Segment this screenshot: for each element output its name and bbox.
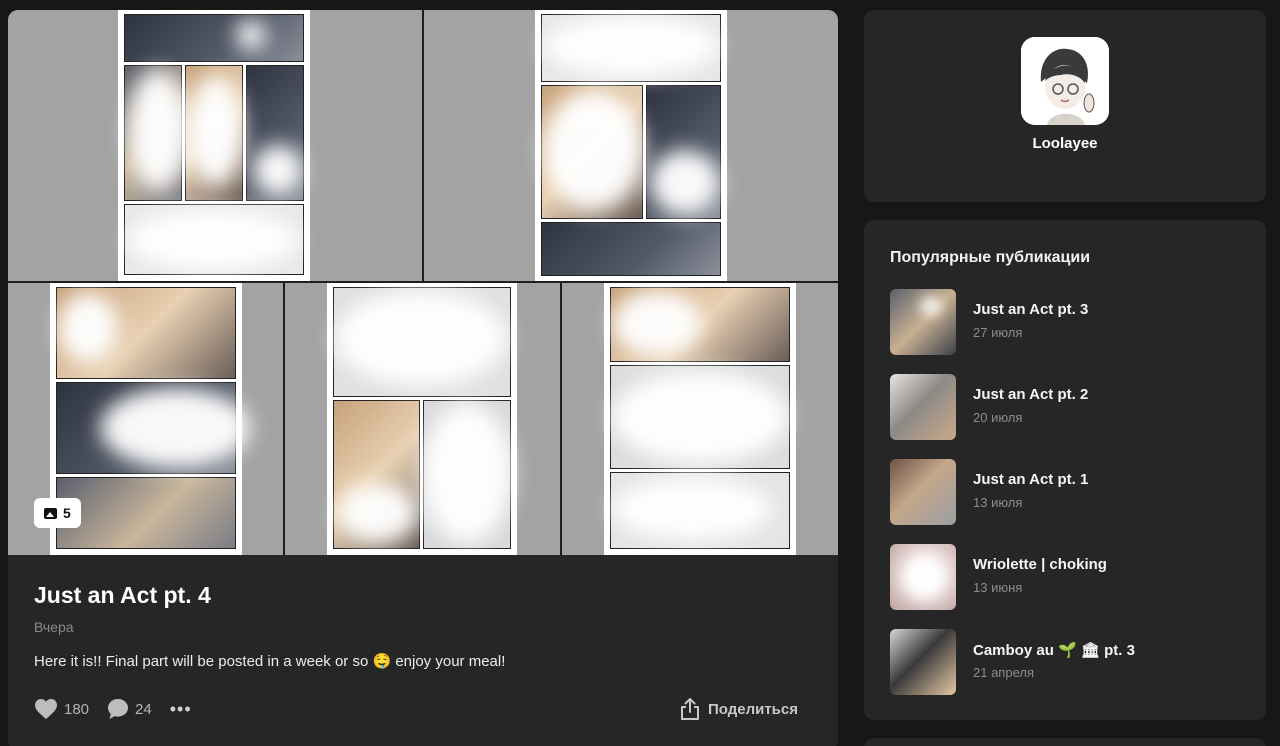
popular-item-3[interactable]: Just an Act pt. 1 13 июля [890,459,1250,525]
popular-thumbnail [890,459,956,525]
share-label: Поделиться [707,700,798,718]
censor-blur [100,388,250,468]
popular-thumbnail [890,544,956,610]
comic-panel [124,14,304,62]
image-icon [44,507,57,519]
comic-page [604,283,796,555]
like-count: 180 [64,700,90,718]
censor-blur [253,145,303,195]
popular-item-title: Just an Act pt. 1 [973,471,1089,488]
popular-item-title: Wriolette | choking [973,556,1107,573]
image-count: 5 [63,505,71,521]
popular-heading: Популярные публикации [890,249,1091,266]
popular-item-date: 13 июня [973,580,1023,595]
gallery-image-1[interactable] [8,10,422,281]
post-date: Вчера [34,619,74,635]
censor-blur [612,478,772,540]
post-card: 5 Just an Act pt. 4 Вчера Here it is!! F… [8,10,838,746]
censor-blur [612,291,702,356]
comic-page [535,10,727,281]
avatar[interactable] [1021,37,1109,125]
popular-item-5[interactable]: Camboy au 🌱 🏛 pt. 3 21 апреля [890,629,1250,695]
censor-blur [337,483,417,543]
comic-page [118,10,310,281]
censor-blur [188,75,243,185]
censor-blur [422,403,512,543]
popular-thumbnail [890,374,956,440]
comic-page [327,283,517,555]
popular-thumbnail [890,289,956,355]
comic-panel [56,477,236,549]
censor-blur [128,70,188,190]
censor-blur [543,16,719,76]
popular-item-date: 21 апреля [973,665,1034,680]
popular-item-date: 20 июля [973,410,1023,425]
popular-item-4[interactable]: Wriolette | choking 13 июня [890,544,1250,610]
share-button[interactable]: Поделиться [680,698,798,720]
heart-icon [35,699,57,719]
popular-item-1[interactable]: Just an Act pt. 3 27 июля [890,289,1250,355]
post-actions: 180 24 ••• [34,698,192,720]
censor-blur [904,558,944,598]
gallery-image-5[interactable] [562,283,838,555]
popular-posts-card: Популярные публикации Just an Act pt. 3 … [864,220,1266,720]
popular-item-title: Just an Act pt. 2 [973,386,1089,403]
comment-button[interactable]: 24 [107,698,152,720]
gallery-image-4[interactable] [285,283,560,555]
censor-blur [58,293,118,363]
post-text: Here it is!! Final part will be posted i… [34,653,506,670]
popular-item-date: 27 июля [973,325,1023,340]
censor-blur [650,150,720,215]
comic-panel [541,222,721,276]
like-button[interactable]: 180 [34,698,89,720]
censor-blur [236,20,266,50]
comment-icon [108,699,129,719]
more-icon[interactable]: ••• [170,699,192,720]
popular-thumbnail [890,629,956,695]
profile-name[interactable]: Loolayee [864,135,1266,152]
next-card-edge [864,738,1266,746]
share-icon [680,698,699,720]
censor-blur [612,371,788,463]
post-title: Just an Act pt. 4 [34,582,211,608]
popular-item-date: 13 июля [973,495,1023,510]
censor-blur [335,291,507,386]
popular-item-title: Camboy au 🌱 🏛 pt. 3 [973,642,1135,659]
image-count-badge: 5 [34,498,81,528]
profile-card: Loolayee [864,10,1266,202]
comment-count: 24 [135,700,152,718]
censor-blur [543,90,643,210]
censor-blur [128,210,298,270]
popular-item-2[interactable]: Just an Act pt. 2 20 июля [890,374,1250,440]
censor-blur [920,297,942,315]
image-gallery: 5 [8,10,838,555]
gallery-image-2[interactable] [424,10,838,281]
popular-item-title: Just an Act pt. 3 [973,301,1089,318]
avatar-illustration [1021,37,1109,125]
